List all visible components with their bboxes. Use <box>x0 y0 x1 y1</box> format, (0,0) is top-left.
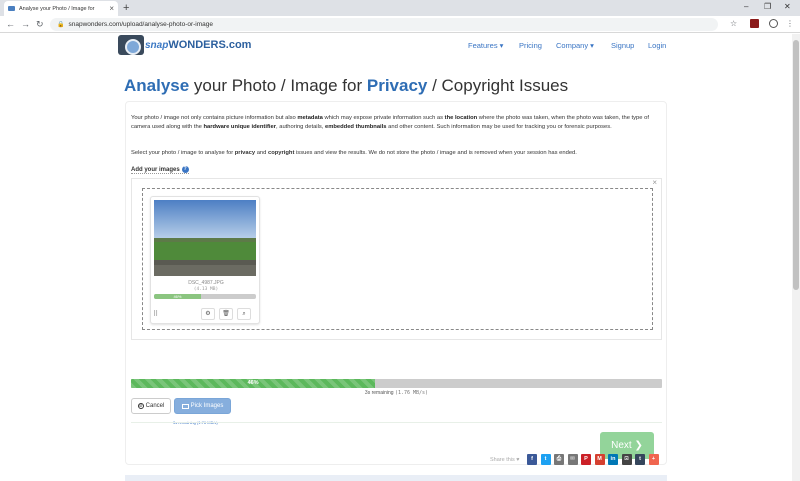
url-field[interactable]: 🔒 snapwonders.com/upload/analyse-photo-o… <box>50 18 718 31</box>
forward-icon[interactable]: → <box>21 18 30 30</box>
share-linkedin-icon[interactable]: in <box>608 454 618 465</box>
page-title: Analyse your Photo / Image for Privacy /… <box>124 76 568 96</box>
intro-text: Your photo / image not only contains pic… <box>131 115 298 121</box>
upload-progress-fill: 46% <box>131 379 376 388</box>
cancel-icon: ⊘ <box>137 403 144 409</box>
intro-text: Select your photo / image to analyse for <box>131 150 235 156</box>
nav-signup[interactable]: Signup <box>611 41 634 50</box>
add-images-text: Add your images <box>131 167 180 174</box>
delete-icon[interactable]: 🗑 <box>219 308 233 320</box>
share-pinterest-icon[interactable]: P <box>581 454 591 465</box>
intro-bold-thumbnails: embedded thumbnails <box>324 123 387 130</box>
intro-select-paragraph: Select your photo / image to analyse for… <box>131 150 661 156</box>
cancel-label: Cancel <box>145 403 165 409</box>
bookmark-star-icon[interactable]: ☆ <box>730 19 737 29</box>
address-bar: ← → ↻ 🔒 snapwonders.com/upload/analyse-p… <box>0 16 800 33</box>
tab-close-icon[interactable]: × <box>109 4 114 13</box>
dropzone[interactable]: DSC_4987.JPG (4.13 MB) 46% ⠿ 3s remainin… <box>142 188 653 425</box>
cancel-button[interactable]: ⊘ Cancel <box>131 398 171 414</box>
maximize-icon[interactable]: ❐ <box>764 2 771 12</box>
title-word-analyse: Analyse <box>124 76 190 95</box>
intro-text: issues and view the results. We do not s… <box>294 150 577 156</box>
window-close-icon[interactable]: ✕ <box>784 2 791 12</box>
browser-tab-strip: Analyse your Photo / Image for × + – ❐ ✕ <box>0 0 800 16</box>
extension-icon[interactable] <box>750 19 759 31</box>
new-tab-button[interactable]: + <box>123 1 129 15</box>
panel-close-icon[interactable]: × <box>652 179 657 187</box>
scrollbar-thumb[interactable] <box>793 40 799 290</box>
title-part-end: / Copyright Issues <box>427 76 569 95</box>
share-email-icon[interactable]: ✉ <box>567 454 578 465</box>
file-progress-bar: 46% <box>154 294 256 299</box>
camera-logo-icon <box>118 35 144 55</box>
remaining-time: 3s remaining <box>364 390 394 396</box>
upload-speed: (1.76 MB/s) <box>394 390 429 396</box>
share-tumblr-icon[interactable]: t <box>635 454 645 465</box>
site-logo[interactable]: snap WONDERS.com <box>118 35 251 55</box>
pick-images-label: Pick Images <box>190 403 224 409</box>
landscape-photo <box>154 200 256 276</box>
menu-kebab-icon[interactable]: ⋮ <box>786 19 794 29</box>
file-actions: ⠿ 3s remaining (1.76 MB/s) ⚙ 🗑 ⌕ <box>151 307 261 425</box>
pick-images-button[interactable]: Pick Images <box>174 398 231 414</box>
intro-paragraph: Your photo / image not only contains pic… <box>131 114 661 132</box>
intro-bold-hardware: hardware unique identifier <box>203 123 276 130</box>
page-scrollbar[interactable] <box>792 34 800 481</box>
intro-bold-metadata: metadata <box>297 115 323 121</box>
file-preview-card: DSC_4987.JPG (4.13 MB) 46% ⠿ 3s remainin… <box>150 196 261 425</box>
share-pdf-icon[interactable]: ⊡ <box>621 454 632 465</box>
back-icon[interactable]: ← <box>6 18 15 30</box>
file-progress-fill: 46% <box>154 294 201 299</box>
intro-text: , authoring details, <box>276 123 325 130</box>
file-name: DSC_4987.JPG <box>188 280 224 286</box>
logo-text-snap: snap <box>145 39 169 51</box>
intro-text: and <box>255 150 268 156</box>
help-icon[interactable]: ? <box>181 166 189 173</box>
intro-bold-privacy: privacy <box>234 150 256 156</box>
reload-icon[interactable]: ↻ <box>36 18 44 30</box>
intro-bold-location: the location <box>444 115 478 121</box>
share-gmail-icon[interactable]: M <box>594 454 605 465</box>
footer-strip <box>125 475 667 481</box>
upload-remaining: 3s remaining (1.76 MB/s) <box>131 390 662 396</box>
page-viewport: snap WONDERS.com Features ▾ Pricing Comp… <box>0 34 792 481</box>
edit-icon[interactable]: ⚙ <box>201 308 215 320</box>
nav-pricing[interactable]: Pricing <box>519 41 542 50</box>
image-icon <box>181 403 189 409</box>
upload-panel: × DSC_4987.JPG (4.13 MB) 46% ⠿ ⚙ 🗑 ⌕ <box>131 178 662 425</box>
tab-title: Analyse your Photo / Image for <box>19 5 95 12</box>
share-more-icon[interactable]: + <box>648 454 659 465</box>
lock-icon: 🔒 <box>57 22 65 28</box>
share-print-icon[interactable]: ⎙ <box>554 454 564 465</box>
upload-progress-bar: 46% <box>131 379 662 388</box>
intro-bold-copyright: copyright <box>267 150 295 156</box>
intro-text: which may expose private information suc… <box>322 115 445 121</box>
logo-text-wonders: WONDERS.com <box>168 39 252 51</box>
url-text: snapwonders.com/upload/analyse-photo-or-… <box>68 21 214 28</box>
file-size: (4.13 MB) <box>193 287 219 292</box>
nav-features[interactable]: Features ▾ <box>468 41 503 50</box>
card-divider <box>131 422 662 423</box>
add-images-label: Add your images? <box>131 166 189 175</box>
minimize-icon[interactable]: – <box>744 2 748 12</box>
nav-login[interactable]: Login <box>648 41 666 50</box>
share-label: Share this ♥ <box>490 457 520 463</box>
favicon-icon <box>8 6 15 11</box>
share-twitter-icon[interactable]: t <box>540 454 551 465</box>
title-part: your Photo / Image for <box>189 76 367 95</box>
drag-handle-icon[interactable]: ⠿ <box>153 311 158 318</box>
photo-thumbnail <box>154 200 256 276</box>
browser-tab[interactable]: Analyse your Photo / Image for × <box>4 1 118 16</box>
zoom-icon[interactable]: ⌕ <box>237 308 251 320</box>
title-word-privacy: Privacy <box>366 76 428 95</box>
nav-company[interactable]: Company ▾ <box>556 41 594 50</box>
upload-card: Your photo / image not only contains pic… <box>125 101 667 465</box>
intro-text: and other content. Such information may … <box>386 123 612 130</box>
share-facebook-icon[interactable]: f <box>527 454 537 465</box>
profile-icon[interactable] <box>769 19 778 31</box>
